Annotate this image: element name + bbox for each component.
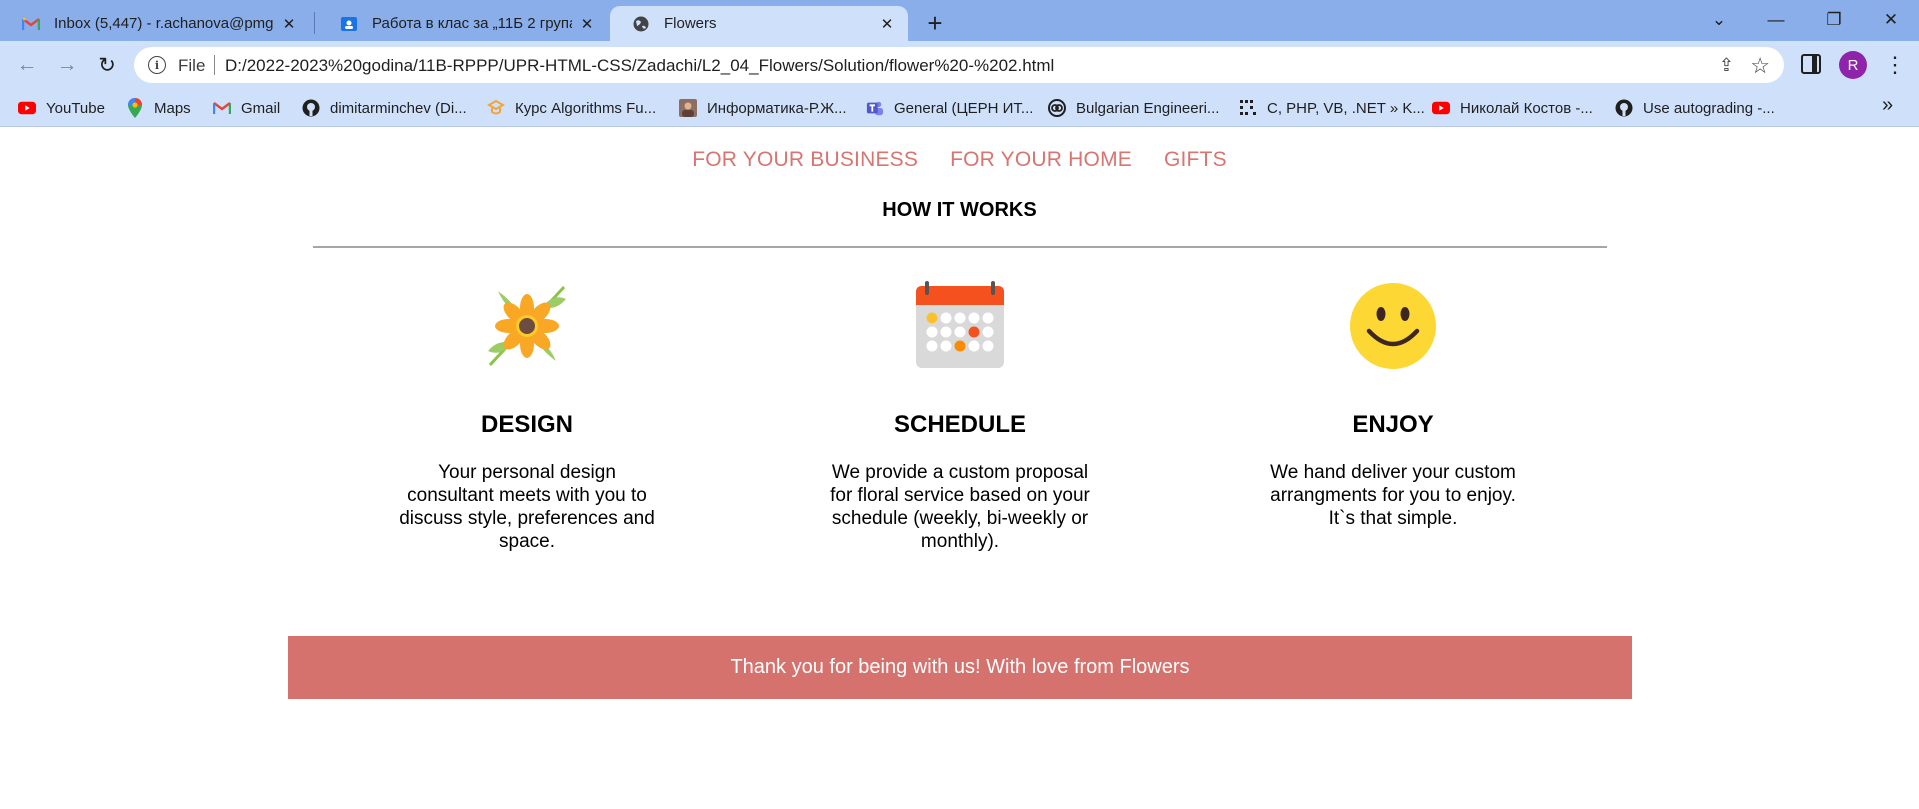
bookmark-label: Bulgarian Engineeri... <box>1076 99 1220 117</box>
close-window-button[interactable]: ✕ <box>1869 6 1913 34</box>
reload-button[interactable]: ↻ <box>92 50 122 80</box>
bookmark-algorithms[interactable]: Курс Algorithms Fu... <box>487 97 656 119</box>
feature-schedule: SCHEDULE We provide a custom proposal fo… <box>830 281 1090 553</box>
kebab-menu-icon[interactable]: ⋮ <box>1884 50 1906 80</box>
bookmark-label: Use autograding -... <box>1643 99 1775 117</box>
url-text[interactable]: D:/2022-2023%20godina/11B-RPPP/UPR-HTML-… <box>225 56 1054 76</box>
feature-title: SCHEDULE <box>893 411 1026 438</box>
photo-icon <box>679 99 697 117</box>
bookmark-general-cern[interactable]: General (ЦЕРН ИТ... <box>866 97 1033 119</box>
calendar-icon <box>916 281 1004 368</box>
more-bookmarks-icon[interactable]: » <box>1882 94 1893 117</box>
tab-title: Работа в клас за „11Б 2 група Р <box>372 15 572 32</box>
minimize-button[interactable]: — <box>1754 6 1798 34</box>
bookmark-star-icon[interactable]: ☆ <box>1750 53 1770 79</box>
flower-icon <box>488 285 566 367</box>
feature-title: DESIGN <box>480 411 573 438</box>
close-icon[interactable]: ✕ <box>878 15 896 33</box>
bookmark-label: Николай Костов -... <box>1460 99 1593 117</box>
section-title: HOW IT WORKS <box>882 199 1037 221</box>
bookmark-label: Gmail <box>241 99 281 117</box>
bookmark-c-php-vb[interactable]: C, PHP, VB, .NET » K... <box>1239 97 1425 119</box>
bookmark-dimitarminchev[interactable]: dimitarminchev (Di... <box>302 97 467 119</box>
share-icon[interactable]: ⇪ <box>1719 55 1734 76</box>
scheme-label: File <box>178 56 206 75</box>
footer-text: Thank you for being with us! With love f… <box>730 656 1190 678</box>
nav-link-gifts[interactable]: GIFTS <box>1164 148 1227 172</box>
feature-text: We provide a custom proposal for floral … <box>830 462 1090 552</box>
nav-link-business[interactable]: FOR YOUR BUSINESS <box>692 148 918 172</box>
tab-search-button[interactable]: ⌄ <box>1697 6 1741 34</box>
tab-title: Flowers <box>664 15 717 32</box>
course-icon <box>487 99 505 117</box>
teams-icon <box>866 99 884 117</box>
bookmark-label: Курс Algorithms Fu... <box>515 99 657 117</box>
youtube-icon <box>1432 99 1450 117</box>
page-viewport: FOR YOUR BUSINESS FOR YOUR HOME GIFTS HO… <box>0 128 1919 809</box>
feature-title: ENJOY <box>1352 411 1434 438</box>
omnibox-divider <box>214 55 215 75</box>
bookmark-label: Информатика-Р.Ж... <box>707 99 847 117</box>
youtube-icon <box>18 99 36 117</box>
gmail-icon <box>22 15 40 33</box>
bookmark-gmail[interactable]: Gmail <box>213 97 280 119</box>
close-icon[interactable]: ✕ <box>578 15 596 33</box>
bookmark-label: General (ЦЕРН ИТ... <box>894 99 1034 117</box>
bookmark-nikolay-kostov[interactable]: Николай Костов -... <box>1432 97 1593 119</box>
nav-link-home[interactable]: FOR YOUR HOME <box>950 148 1132 172</box>
github-icon <box>302 99 320 117</box>
bookmark-label: dimitarminchev (Di... <box>330 99 467 117</box>
bookmark-informatika[interactable]: Информатика-Р.Ж... <box>679 97 847 119</box>
bookmark-bulgarian-engineering[interactable]: Bulgarian Engineeri... <box>1048 97 1219 119</box>
github-icon <box>1615 99 1633 117</box>
bookmark-maps[interactable]: Maps <box>126 97 191 119</box>
smiley-icon <box>1350 283 1436 369</box>
feature-text: We hand deliver your custom arrangments … <box>1270 462 1516 529</box>
back-button[interactable]: ← <box>12 50 42 80</box>
gmail-icon <box>213 99 231 117</box>
bookmark-label: C, PHP, VB, .NET » K... <box>1267 99 1425 117</box>
globe-icon <box>632 15 650 33</box>
code-icon <box>1239 99 1257 117</box>
avatar[interactable]: R <box>1839 51 1867 79</box>
bookmark-youtube[interactable]: YouTube <box>18 97 105 119</box>
browser-toolbar: ← → ↻ i File D:/2022-2023%20godina/11B-R… <box>0 41 1919 89</box>
feature-text: Your personal design consultant meets wi… <box>399 462 655 552</box>
side-panel-icon[interactable] <box>1801 54 1821 74</box>
classroom-icon <box>340 15 358 33</box>
bulgarian-engineering-icon <box>1048 99 1066 117</box>
bookmarks-bar: YouTube Maps Gmail dimitarminchev (Di...… <box>0 89 1919 127</box>
tab-strip: Inbox (5,447) - r.achanova@pmg ✕ Работа … <box>0 0 1919 41</box>
forward-button[interactable]: → <box>52 50 82 80</box>
bookmark-label: YouTube <box>46 99 105 117</box>
close-icon[interactable]: ✕ <box>280 15 298 33</box>
bookmark-use-autograding[interactable]: Use autograding -... <box>1615 97 1775 119</box>
maps-icon <box>126 98 144 118</box>
tab-title: Inbox (5,447) - r.achanova@pmg <box>54 15 274 32</box>
address-bar[interactable]: i File D:/2022-2023%20godina/11B-RPPP/UP… <box>134 47 1784 83</box>
new-tab-button[interactable]: + <box>920 8 950 38</box>
feature-design: DESIGN Your personal design consultant m… <box>397 281 657 553</box>
info-icon[interactable]: i <box>148 56 166 74</box>
tab-flowers[interactable]: Flowers ✕ <box>610 6 908 41</box>
tab-gmail[interactable]: Inbox (5,447) - r.achanova@pmg ✕ <box>0 6 310 41</box>
tab-divider <box>314 12 315 34</box>
top-nav: FOR YOUR BUSINESS FOR YOUR HOME GIFTS <box>0 148 1919 172</box>
restore-button[interactable]: ❐ <box>1812 6 1856 34</box>
bookmark-label: Maps <box>154 99 191 117</box>
tab-classroom[interactable]: Работа в клас за „11Б 2 група Р ✕ <box>318 6 608 41</box>
feature-enjoy: ENJOY We hand deliver your custom arrang… <box>1263 281 1523 530</box>
divider <box>313 246 1607 248</box>
footer-banner: Thank you for being with us! With love f… <box>288 636 1632 699</box>
